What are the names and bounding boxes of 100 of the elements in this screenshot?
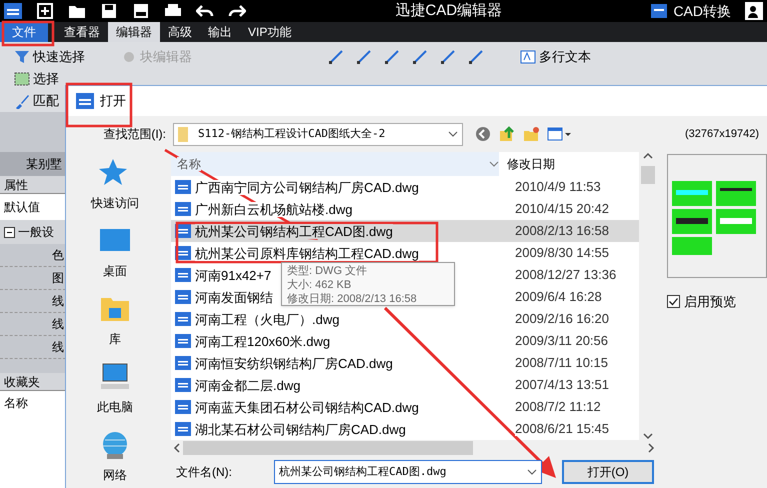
window-title: 迅捷CAD编辑器 xyxy=(394,0,504,21)
new-folder-icon[interactable] xyxy=(523,126,539,142)
scrollbar-thumb[interactable] xyxy=(182,441,473,455)
checkbox-icon[interactable] xyxy=(667,295,680,308)
file-name-input[interactable]: 杭州某公司钢结构工程CAD图.dwg xyxy=(274,460,542,484)
place-button[interactable]: 桌面 xyxy=(98,226,131,280)
brush-icon xyxy=(14,93,30,109)
draw-tool-icon[interactable] xyxy=(440,49,456,65)
file-date: 2008/6/21 15:45 xyxy=(514,421,609,436)
file-name[interactable]: 河南蓝天集团石材公司钢结构CAD.dwg xyxy=(194,400,419,414)
file-date: 2008/7/11 10:15 xyxy=(514,355,608,370)
new-file-icon[interactable] xyxy=(36,2,54,20)
collapse-icon[interactable] xyxy=(4,226,15,238)
file-name[interactable]: 广西南宁同方公司钢结构厂房CAD.dwg xyxy=(194,180,419,194)
panel-title: 某别墅 xyxy=(0,152,66,176)
chevron-down-icon xyxy=(527,469,537,475)
cad-file-icon xyxy=(174,268,191,282)
user-icon[interactable] xyxy=(745,2,763,20)
cad-file-icon xyxy=(174,356,191,370)
text-box-icon xyxy=(520,49,536,65)
app-logo-icon xyxy=(4,3,22,19)
ribbon-button[interactable]: 匹配 xyxy=(14,91,59,111)
menu-tab[interactable]: 输出 xyxy=(200,22,240,42)
file-name[interactable]: 河南工程120x60米.dwg xyxy=(194,334,330,348)
file-name[interactable]: 河南恒安纺织钢结构厂房CAD.dwg xyxy=(194,356,393,370)
column-header[interactable]: 修改日期 xyxy=(506,155,555,173)
save-icon[interactable] xyxy=(100,2,118,20)
file-name[interactable]: 河南工程（火电厂）.dwg xyxy=(194,312,340,326)
place-button[interactable]: 快速访问 xyxy=(90,158,139,212)
file-name[interactable]: 河南91x42+7 xyxy=(194,268,272,282)
draw-tool-icon[interactable] xyxy=(328,49,344,65)
block-icon xyxy=(121,49,137,65)
chevron-down-icon xyxy=(643,432,653,440)
file-name[interactable]: 河南发面钢结 xyxy=(194,290,273,304)
computer-icon xyxy=(98,362,131,392)
chevron-left-icon xyxy=(172,443,181,453)
open-button[interactable]: 打开(O) xyxy=(562,460,654,484)
folder-dropdown[interactable]: S112-钢结构工程设计CAD图纸大全-2 xyxy=(173,122,463,146)
cad-file-icon xyxy=(174,312,191,326)
file-date: 2009/8/30 14:55 xyxy=(514,245,609,260)
tooltip-line: 大小: 462 KB xyxy=(287,278,352,292)
cad-file-icon xyxy=(174,400,191,414)
file-name[interactable]: 广州新白云机场航站楼.dwg xyxy=(194,202,352,216)
file-date: 2007/4/13 13:51 xyxy=(514,377,609,392)
draw-tool-icon[interactable] xyxy=(412,49,428,65)
selection-icon xyxy=(14,71,30,87)
file-name[interactable]: 河南金都二层.dwg xyxy=(194,378,300,392)
chevron-down-icon xyxy=(448,131,458,137)
back-icon[interactable] xyxy=(475,126,491,142)
menu-tab[interactable]: VIP功能 xyxy=(240,22,300,42)
cad-convert-icon[interactable] xyxy=(651,4,668,18)
cad-file-icon xyxy=(174,202,191,216)
file-date: 2010/4/9 11:53 xyxy=(514,179,601,194)
menu-tab[interactable]: 高级 xyxy=(160,22,200,42)
up-folder-icon[interactable] xyxy=(499,126,515,142)
ribbon-button[interactable]: 快速选择 xyxy=(14,47,85,67)
ribbon-button[interactable]: 多行文本 xyxy=(520,47,591,67)
file-date: 2009/2/16 16:20 xyxy=(514,311,609,326)
file-name[interactable]: 湖北某石材公司钢结构厂房CAD.dwg xyxy=(194,422,406,436)
chevron-right-icon xyxy=(647,443,655,453)
draw-tool-icon[interactable] xyxy=(356,49,372,65)
file-name[interactable]: 杭州某公司钢结构工程CAD图.dwg xyxy=(194,224,393,238)
place-button[interactable]: 此电脑 xyxy=(96,362,133,416)
preview-checkbox[interactable]: 启用预览 xyxy=(667,292,767,312)
filter-icon xyxy=(14,49,30,65)
draw-tool-icon[interactable] xyxy=(468,49,484,65)
field-label: 查找范围(I): xyxy=(102,126,167,143)
scrollbar-thumb[interactable] xyxy=(641,166,655,184)
section-header: 属性 xyxy=(0,176,66,194)
file-date: 2010/4/15 20:42 xyxy=(514,201,609,216)
folder-path: S112-钢结构工程设计CAD图纸大全-2 xyxy=(198,126,386,142)
file-name[interactable]: 杭州某公司原料库钢结构工程CAD.dwg xyxy=(194,246,419,260)
menu-tab[interactable]: 查看器 xyxy=(56,22,108,42)
file-date: 2009/3/11 20:56 xyxy=(514,333,608,348)
ribbon-button[interactable]: 选择 xyxy=(14,69,59,89)
cad-file-icon xyxy=(76,93,94,109)
selected-file-row[interactable]: 杭州某公司钢结构工程CAD图.dwg 2008/2/13 16:58 xyxy=(170,220,639,242)
image-dimensions: (32767x19742) xyxy=(684,126,759,142)
chevron-down-icon xyxy=(488,161,499,167)
file-date: 2009/6/4 16:28 xyxy=(514,289,602,304)
highlight-frame xyxy=(66,82,132,128)
cad-file-icon xyxy=(174,422,191,436)
menu-tab[interactable]: 编辑器 xyxy=(108,22,160,42)
place-button[interactable]: 网络 xyxy=(98,430,131,484)
place-button[interactable]: 库 xyxy=(98,294,131,348)
cad-file-icon xyxy=(174,180,191,194)
cad-file-icon xyxy=(174,378,191,392)
draw-tool-icon[interactable] xyxy=(384,49,400,65)
file-date: 2008/12/27 13:36 xyxy=(514,267,616,282)
convert-button[interactable]: CAD转换 xyxy=(673,0,731,22)
cad-file-icon xyxy=(174,290,191,304)
view-menu-icon[interactable] xyxy=(547,126,571,142)
column-header[interactable]: 名称 xyxy=(176,157,201,171)
field-label: 文件名(N): xyxy=(176,464,233,481)
save-pdf-icon[interactable] xyxy=(132,2,150,20)
tooltip-line: 类型: DWG 文件 xyxy=(287,264,368,278)
tooltip-line: 修改日期: 2008/2/13 16:58 xyxy=(287,292,418,306)
cad-file-icon xyxy=(174,334,191,348)
column-header: 默认值 xyxy=(0,194,66,220)
group-label: 一般设 xyxy=(18,224,54,241)
